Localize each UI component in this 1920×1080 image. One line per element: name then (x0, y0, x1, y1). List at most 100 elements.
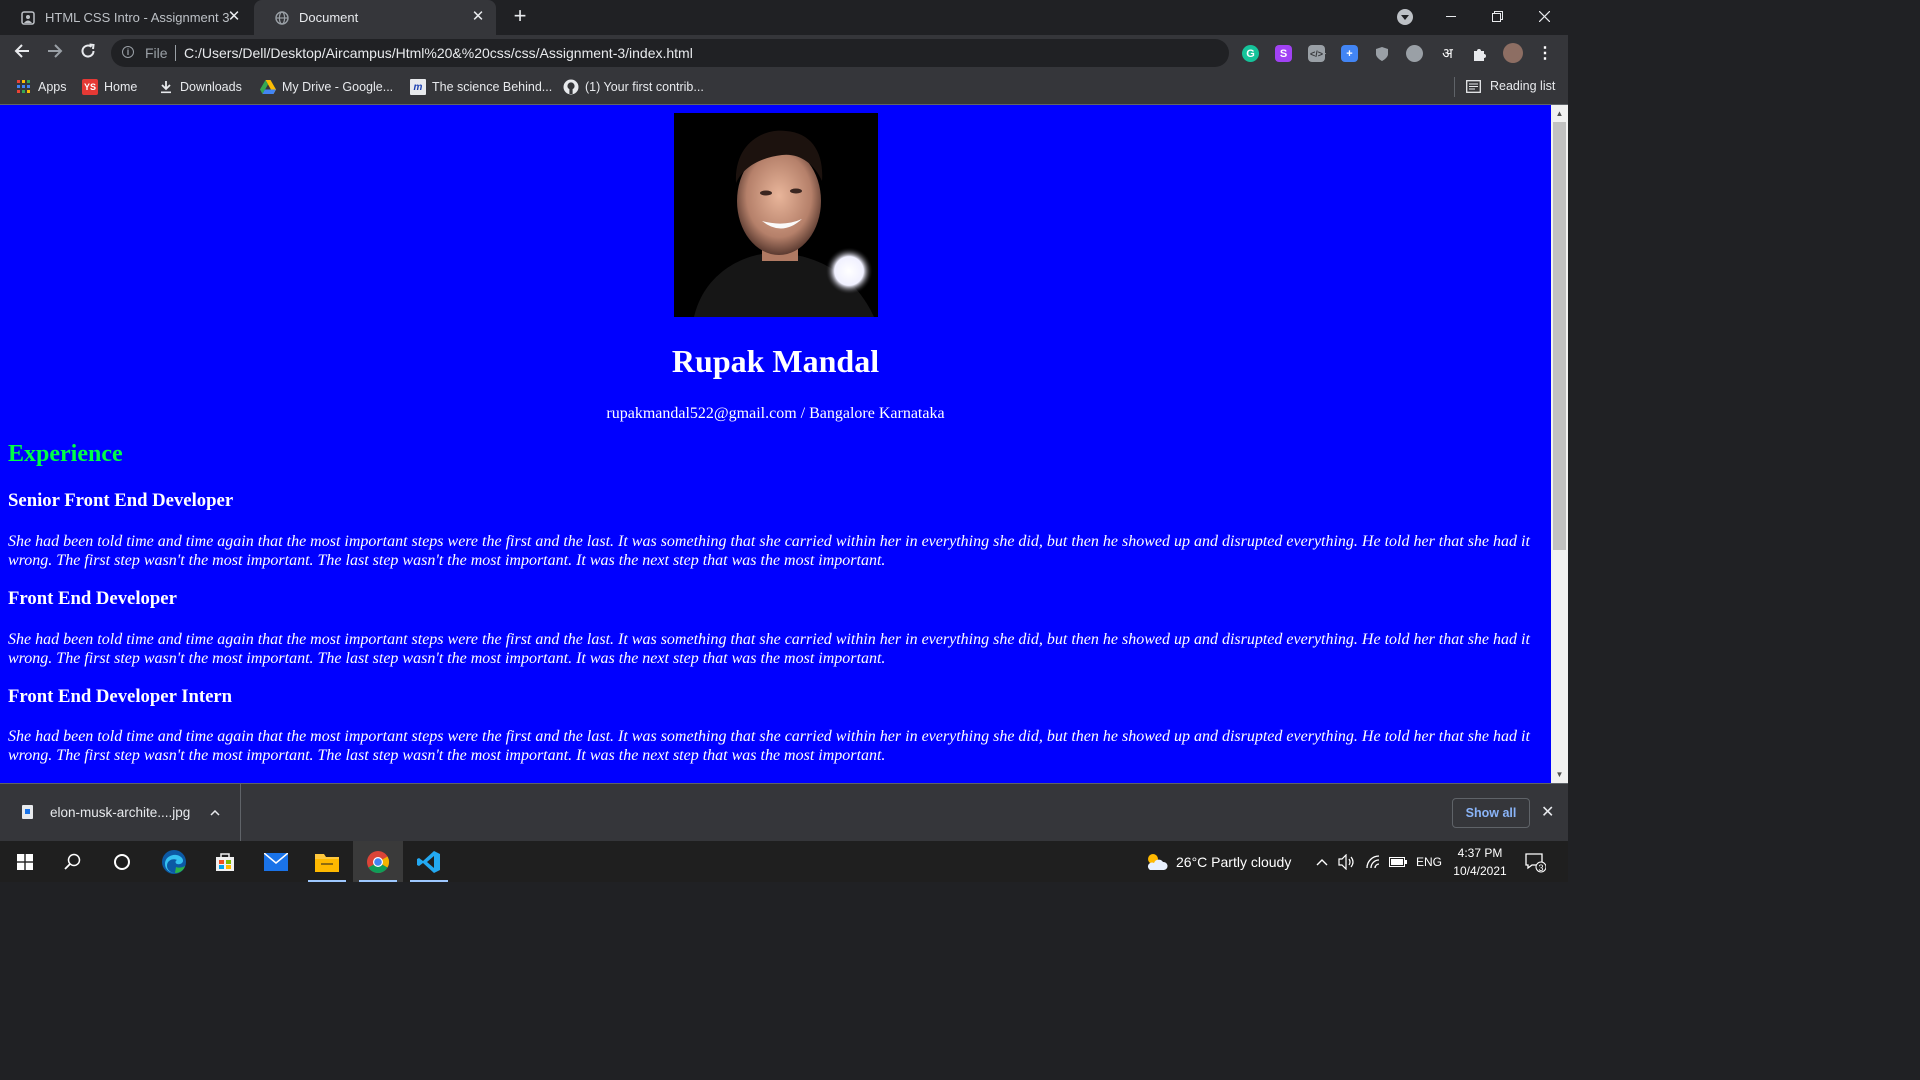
image-file-icon (22, 805, 33, 819)
bookmark-apps[interactable]: Apps (16, 79, 67, 95)
apps-grid-icon (16, 79, 32, 95)
tab-document[interactable]: Document ✕ (254, 0, 496, 35)
bookmark-my-drive[interactable]: My Drive - Google... (260, 79, 393, 95)
battery-icon[interactable] (1389, 841, 1407, 882)
s-extension-icon[interactable]: S (1275, 45, 1292, 62)
circle-extension-icon[interactable] (1406, 45, 1423, 62)
translate-extension-icon[interactable]: + (1341, 45, 1358, 62)
download-icon (158, 79, 174, 95)
address-bar[interactable]: i File C:/Users/Dell/Desktop/Aircampus/H… (111, 39, 1327, 67)
job-title: Front End Developer (8, 588, 177, 609)
job-description: She had been told time and time again th… (8, 728, 1530, 764)
job-description: She had been told time and time again th… (8, 533, 1530, 569)
code-extension-icon[interactable]: </> (1308, 45, 1325, 62)
bookmark-science-behind[interactable]: m The science Behind... (410, 79, 552, 95)
site-icon: m (410, 79, 426, 95)
puzzle-icon[interactable] (1471, 45, 1488, 62)
bookmarks-bar: Apps YS Home Downloads My Drive - Google… (0, 71, 1568, 105)
store-icon[interactable] (200, 841, 250, 882)
show-hidden-icons-chevron-icon[interactable] (1316, 841, 1328, 882)
bookmark-label: Apps (38, 80, 67, 94)
weather-widget[interactable]: 26°C Partly cloudy (1144, 841, 1291, 882)
edge-icon[interactable] (149, 841, 199, 882)
windows-start-icon[interactable] (0, 841, 50, 882)
page-viewport: Rupak Mandal rupakmandal522@gmail.com / … (0, 105, 1551, 783)
running-indicator (410, 880, 448, 882)
partly-cloudy-icon (1144, 852, 1168, 872)
close-download-bar-icon[interactable]: ✕ (1541, 802, 1554, 822)
file-explorer-icon[interactable] (302, 841, 352, 882)
clock-date: 10/4/2021 (1453, 864, 1507, 878)
google-drive-icon (260, 79, 276, 95)
vscode-icon[interactable] (404, 841, 454, 882)
grammarly-icon[interactable]: G (1242, 45, 1259, 62)
tab-title: Document (299, 10, 359, 25)
tab-assignment-3[interactable]: HTML CSS Intro - Assignment 3 ✕ (0, 0, 252, 35)
profile-avatar[interactable] (1503, 43, 1523, 63)
job-title: Front End Developer Intern (8, 686, 233, 707)
running-indicator (308, 880, 346, 882)
new-tab-button[interactable]: + (509, 5, 531, 28)
language-indicator[interactable]: ENG (1416, 841, 1442, 882)
running-indicator (359, 880, 397, 882)
hindi-input-icon[interactable]: अ (1439, 45, 1456, 62)
bookmark-label: (1) Your first contrib... (585, 80, 704, 94)
download-item[interactable]: elon-musk-archite....jpg (0, 784, 241, 841)
system-clock[interactable]: 4:37 PM 10/4/2021 (1446, 844, 1514, 880)
minimize-icon[interactable] (1428, 0, 1474, 33)
chrome-icon[interactable] (353, 841, 403, 882)
volume-icon[interactable] (1338, 841, 1356, 882)
download-bar: elon-musk-archite....jpg Show all ✕ (0, 783, 1568, 841)
notification-center-icon[interactable]: 3 (1524, 841, 1546, 882)
bookmark-label: My Drive - Google... (282, 80, 394, 94)
address-divider (175, 45, 176, 61)
search-icon[interactable] (48, 841, 98, 882)
page-scrollbar[interactable]: ▲ ▼ (1551, 105, 1568, 783)
restore-icon[interactable] (1474, 0, 1520, 33)
wifi-icon[interactable] (1364, 841, 1382, 882)
bookmark-first-contrib[interactable]: (1) Your first contrib... (563, 79, 704, 95)
cortana-icon[interactable] (97, 841, 147, 882)
close-window-icon[interactable] (1521, 0, 1567, 33)
forward-icon[interactable] (43, 41, 67, 65)
contact-text: rupakmandal522@gmail.com / Bangalore Kar… (606, 405, 945, 422)
job-title: Senior Front End Developer (8, 490, 234, 511)
tab-strip: HTML CSS Intro - Assignment 3 ✕ Document… (0, 0, 1568, 35)
clock-time: 4:37 PM (1457, 846, 1503, 860)
mail-icon[interactable] (251, 841, 301, 882)
globe-icon (274, 10, 290, 26)
browser-toolbar: i File C:/Users/Dell/Desktop/Aircampus/H… (0, 35, 1568, 71)
close-tab-icon[interactable]: ✕ (226, 9, 242, 25)
bookmarks-divider (1454, 77, 1455, 97)
tab-favicon-icon (20, 10, 36, 26)
menu-kebab-icon[interactable]: ⋮ (1537, 45, 1553, 62)
url-text[interactable]: C:/Users/Dell/Desktop/Aircampus/Html%20&… (184, 45, 693, 61)
notification-count: 3 (1538, 863, 1544, 873)
weather-text: 26°C Partly cloudy (1176, 853, 1292, 870)
shield-extension-icon[interactable] (1373, 45, 1390, 62)
tab-search-icon[interactable] (1397, 9, 1413, 25)
tab-title: HTML CSS Intro - Assignment 3 (45, 10, 230, 25)
bookmark-downloads[interactable]: Downloads (158, 79, 242, 95)
experience-heading: Experience (8, 441, 123, 467)
profile-photo (674, 113, 878, 317)
reading-list-icon (1466, 79, 1481, 93)
back-icon[interactable] (10, 41, 34, 65)
scroll-down-arrow-icon[interactable]: ▼ (1551, 766, 1568, 783)
scroll-thumb[interactable] (1553, 122, 1566, 550)
close-tab-icon[interactable]: ✕ (470, 9, 486, 25)
reading-list-button[interactable]: Reading list (1466, 79, 1555, 93)
reload-icon[interactable] (76, 41, 100, 65)
github-icon (563, 79, 579, 95)
site-info-icon[interactable]: i (122, 46, 134, 58)
ys-icon: YS (82, 79, 98, 95)
bookmark-home[interactable]: YS Home (82, 79, 137, 95)
windows-taskbar: 26°C Partly cloudy ENG 4:37 PM 10/4/2021… (0, 841, 1568, 882)
chevron-up-icon[interactable] (210, 804, 220, 819)
bookmark-label: Home (104, 80, 138, 94)
show-all-button[interactable]: Show all (1452, 798, 1530, 828)
download-file-name: elon-musk-archite....jpg (50, 805, 191, 820)
scroll-up-arrow-icon[interactable]: ▲ (1551, 105, 1568, 122)
scheme-label: File (145, 45, 168, 61)
bookmark-label: The science Behind... (432, 80, 553, 94)
